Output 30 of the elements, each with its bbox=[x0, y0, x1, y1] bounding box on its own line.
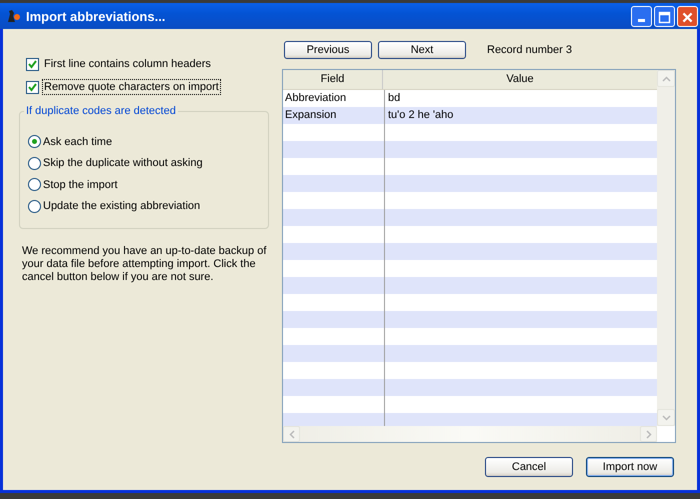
radio-button[interactable] bbox=[28, 200, 41, 213]
table-cell-text: tu'o 2 he 'aho bbox=[387, 108, 454, 123]
checkbox[interactable] bbox=[26, 80, 39, 94]
cancel-button[interactable]: Cancel bbox=[485, 457, 573, 477]
window-title: Import abbreviations... bbox=[26, 8, 166, 24]
table-cell: Expansion bbox=[283, 107, 385, 124]
radio-label: Stop the import bbox=[43, 178, 118, 191]
radio-label: Update the existing abbreviation bbox=[43, 200, 200, 212]
minimize-icon bbox=[638, 18, 645, 22]
checkbox[interactable] bbox=[26, 58, 39, 70]
minimize-button[interactable] bbox=[631, 6, 652, 26]
table-cell-text: bd bbox=[387, 91, 402, 106]
checkbox-label: Remove quote characters on import bbox=[42, 79, 221, 95]
column-header[interactable]: Field bbox=[283, 70, 383, 89]
radio-label: Ask each time bbox=[43, 136, 112, 148]
radio-button[interactable] bbox=[28, 156, 41, 170]
group-legend: If duplicate codes are detected bbox=[24, 105, 178, 117]
app-icon bbox=[5, 8, 21, 24]
close-button[interactable] bbox=[677, 6, 698, 26]
checkbox-label: First line contains column headers bbox=[43, 57, 212, 72]
radio-button[interactable] bbox=[28, 178, 41, 192]
radio-button[interactable] bbox=[28, 135, 41, 148]
import-button[interactable]: Import now bbox=[586, 457, 674, 477]
column-header[interactable]: Value bbox=[383, 70, 657, 89]
backup-note: We recommend you have an up-to-date backup of your data file before attempting import. Click the cancel button below if you are not sure. bbox=[22, 245, 267, 284]
maximize-button[interactable] bbox=[654, 6, 675, 26]
previous-button[interactable]: Previous bbox=[284, 41, 372, 59]
next-button[interactable]: Next bbox=[378, 41, 466, 59]
record-number: Record number 3 bbox=[487, 44, 572, 56]
radio-label: Skip the duplicate without asking bbox=[43, 157, 203, 170]
